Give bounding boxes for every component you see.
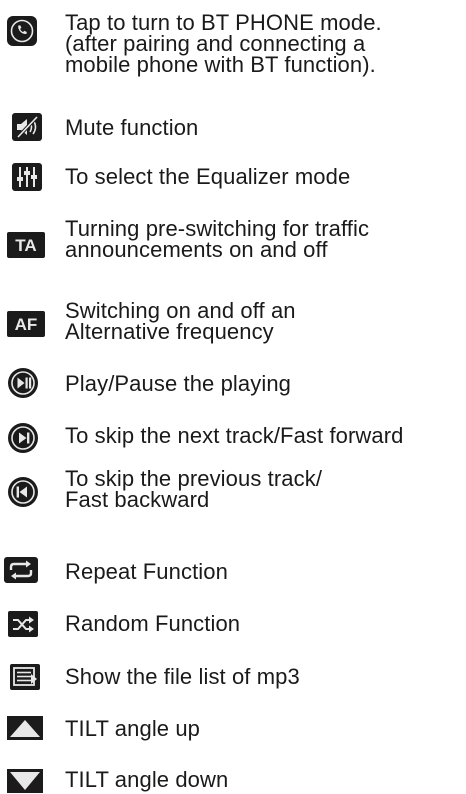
file-list-icon [10, 664, 40, 690]
af-icon-label: AF [15, 315, 38, 334]
item-text-line: (after pairing and connecting a [65, 31, 366, 56]
item-text-line: mobile phone with BT function). [65, 52, 376, 77]
item-text-line: Repeat Function [65, 559, 228, 584]
repeat-icon [4, 557, 38, 583]
item-text-line: Turning pre-switching for traffic [65, 216, 370, 241]
tilt-up-icon [7, 716, 43, 740]
item-text-line: announcements on and off [65, 237, 328, 262]
item-text-line: TILT angle up [65, 716, 201, 741]
item-text-line: TILT angle down [65, 767, 229, 792]
tilt-down-icon [7, 769, 43, 793]
phone-icon [7, 16, 37, 46]
item-text-line: Switching on and off an [65, 298, 296, 323]
item-text-line: Tap to turn to BT PHONE mode. [65, 10, 382, 35]
play-pause-icon [7, 367, 39, 399]
item-text-line: Mute function [65, 115, 199, 140]
item-text-line: Play/Pause the playing [65, 371, 292, 396]
item-text-line: Fast backward [65, 487, 210, 512]
item-text-line: To skip the previous track/ [65, 466, 323, 491]
item-text-line: To skip the next track/Fast forward [65, 423, 404, 448]
ta-icon: TA [7, 232, 45, 258]
item-text-line: To select the Equalizer mode [65, 164, 351, 189]
mute-icon [12, 113, 42, 141]
next-track-icon [7, 422, 39, 454]
previous-track-icon [7, 476, 39, 508]
item-text-line: Show the file list of mp3 [65, 664, 300, 689]
item-text-line: Alternative frequency [65, 319, 274, 344]
ta-icon-label: TA [15, 236, 36, 255]
random-icon [8, 611, 38, 637]
equalizer-icon [12, 163, 42, 191]
af-icon: AF [7, 311, 45, 337]
item-text-line: Random Function [65, 611, 241, 636]
